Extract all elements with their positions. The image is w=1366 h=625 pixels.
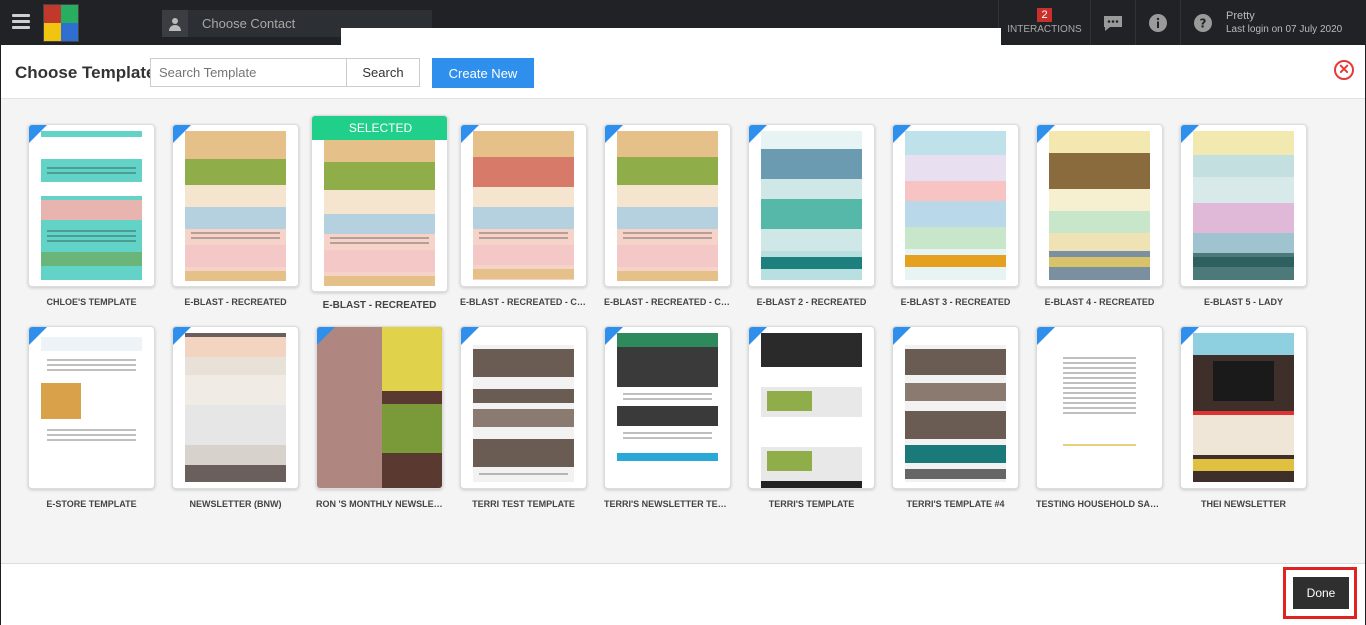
last-login-text: Last login on 07 July 2020 bbox=[1226, 24, 1343, 35]
template-thumbnail bbox=[1180, 124, 1307, 287]
modal-title: Choose Template bbox=[15, 63, 156, 82]
template-name: TERRI TEST TEMPLATE bbox=[472, 499, 575, 509]
template-card[interactable]: TERRI'S NEWSLETTER TEMPL... bbox=[604, 326, 731, 509]
selected-badge: SELECTED bbox=[312, 116, 447, 140]
help-icon[interactable]: ? bbox=[1180, 0, 1225, 45]
user-icon bbox=[162, 10, 188, 37]
template-name: TERRI'S TEMPLATE #4 bbox=[906, 499, 1005, 509]
corner-marker bbox=[461, 327, 479, 345]
corner-marker bbox=[461, 125, 479, 143]
contact-placeholder: Choose Contact bbox=[202, 16, 296, 31]
template-name: NEWSLETTER (BNW) bbox=[189, 499, 282, 509]
template-thumbnail bbox=[316, 326, 443, 489]
template-name: TERRI'S TEMPLATE bbox=[768, 499, 855, 509]
template-name: E-BLAST 4 - RECREATED bbox=[1044, 297, 1155, 307]
template-name: E-BLAST - RECREATED - COPI... bbox=[460, 297, 587, 307]
template-name: E-BLAST 2 - RECREATED bbox=[756, 297, 867, 307]
menu-icon[interactable] bbox=[12, 14, 30, 30]
info-icon[interactable] bbox=[1135, 0, 1180, 45]
corner-marker bbox=[749, 327, 767, 345]
template-name: CHLOE'S TEMPLATE bbox=[46, 297, 137, 307]
corner-marker bbox=[1181, 125, 1199, 143]
corner-marker bbox=[605, 327, 623, 345]
template-thumbnail bbox=[604, 124, 731, 287]
template-card[interactable]: E-BLAST 5 - LADY bbox=[1180, 124, 1307, 307]
corner-marker bbox=[1037, 327, 1055, 345]
template-name: E-BLAST - RECREATED bbox=[184, 297, 287, 307]
user-name: Pretty bbox=[1226, 10, 1255, 22]
template-card[interactable]: E-BLAST 2 - RECREATED bbox=[748, 124, 875, 307]
create-new-button[interactable]: Create New bbox=[432, 58, 534, 88]
template-name: E-BLAST - RECREATED bbox=[322, 300, 437, 311]
template-thumbnail bbox=[172, 124, 299, 287]
search-button[interactable]: Search bbox=[346, 58, 420, 87]
template-thumbnail bbox=[748, 326, 875, 489]
template-grid: CHLOE'S TEMPLATE E-BLAST - RECREATED SEL… bbox=[1, 99, 1365, 564]
template-thumbnail bbox=[172, 326, 299, 489]
corner-marker bbox=[29, 327, 47, 345]
template-name: TERRI'S NEWSLETTER TEMPL... bbox=[604, 499, 731, 509]
corner-marker bbox=[749, 125, 767, 143]
template-card[interactable]: E-BLAST - RECREATED - COPI... bbox=[460, 124, 587, 307]
choose-template-modal: Choose Template Search Create New ✕ CHLO… bbox=[1, 45, 1365, 625]
corner-marker bbox=[317, 327, 335, 345]
template-name: TESTING HOUSEHOLD SALU... bbox=[1036, 499, 1163, 509]
template-card[interactable]: THEI NEWSLETTER bbox=[1180, 326, 1307, 509]
chat-icon[interactable] bbox=[1090, 0, 1135, 45]
template-name: E-BLAST - RECREATED - COPY bbox=[604, 297, 731, 307]
template-name: E-STORE TEMPLATE bbox=[46, 499, 137, 509]
template-thumbnail bbox=[1180, 326, 1307, 489]
user-info[interactable]: Pretty Last login on 07 July 2020 bbox=[1226, 10, 1342, 35]
corner-marker bbox=[173, 327, 191, 345]
done-highlight: Done bbox=[1283, 567, 1357, 619]
template-card[interactable]: TERRI'S TEMPLATE #4 bbox=[892, 326, 1019, 509]
modal-header: Choose Template Search Create New ✕ bbox=[1, 45, 1365, 99]
template-card[interactable]: TESTING HOUSEHOLD SALU... bbox=[1036, 326, 1163, 509]
done-button[interactable]: Done bbox=[1293, 577, 1349, 609]
template-thumbnail: SELECTED bbox=[311, 115, 448, 292]
template-card[interactable]: E-BLAST 3 - RECREATED bbox=[892, 124, 1019, 307]
template-thumbnail bbox=[460, 326, 587, 489]
template-card[interactable]: E-BLAST - RECREATED bbox=[172, 124, 299, 307]
app-logo[interactable] bbox=[43, 4, 79, 42]
template-name: E-BLAST 5 - LADY bbox=[1203, 297, 1283, 307]
template-card[interactable]: TERRI'S TEMPLATE bbox=[748, 326, 875, 509]
template-thumbnail bbox=[892, 326, 1019, 489]
template-card[interactable]: E-STORE TEMPLATE bbox=[28, 326, 155, 509]
template-card-selected[interactable]: SELECTED E-BLAST - RECREATED bbox=[311, 115, 448, 311]
corner-marker bbox=[893, 125, 911, 143]
template-card[interactable]: NEWSLETTER (BNW) bbox=[172, 326, 299, 509]
corner-marker bbox=[893, 327, 911, 345]
interactions-button[interactable]: 2 INTERACTIONS bbox=[998, 0, 1090, 45]
template-thumbnail bbox=[1036, 124, 1163, 287]
corner-marker bbox=[1037, 125, 1055, 143]
template-thumbnail bbox=[1036, 326, 1163, 489]
close-icon[interactable]: ✕ bbox=[1334, 60, 1354, 80]
template-name: RON 'S MONTHLY NEWSLET... bbox=[316, 499, 443, 509]
corner-marker bbox=[173, 125, 191, 143]
template-card[interactable]: E-BLAST 4 - RECREATED bbox=[1036, 124, 1163, 307]
template-thumbnail bbox=[460, 124, 587, 287]
background-strip bbox=[341, 28, 1001, 45]
template-name: E-BLAST 3 - RECREATED bbox=[900, 297, 1011, 307]
template-thumbnail bbox=[748, 124, 875, 287]
template-card[interactable]: TERRI TEST TEMPLATE bbox=[460, 326, 587, 509]
search-template-input[interactable] bbox=[150, 58, 347, 87]
template-card[interactable]: CHLOE'S TEMPLATE bbox=[28, 124, 155, 307]
template-thumbnail bbox=[28, 124, 155, 287]
template-thumbnail bbox=[892, 124, 1019, 287]
template-card[interactable]: E-BLAST - RECREATED - COPY bbox=[604, 124, 731, 307]
svg-text:?: ? bbox=[1200, 16, 1207, 30]
interactions-count-badge: 2 bbox=[1037, 8, 1052, 22]
template-thumbnail bbox=[28, 326, 155, 489]
corner-marker bbox=[29, 125, 47, 143]
template-name: THEI NEWSLETTER bbox=[1201, 499, 1286, 509]
corner-marker bbox=[605, 125, 623, 143]
corner-marker bbox=[1181, 327, 1199, 345]
interactions-label: INTERACTIONS bbox=[1007, 24, 1082, 35]
template-thumbnail bbox=[604, 326, 731, 489]
template-card[interactable]: RON 'S MONTHLY NEWSLET... bbox=[316, 326, 443, 509]
